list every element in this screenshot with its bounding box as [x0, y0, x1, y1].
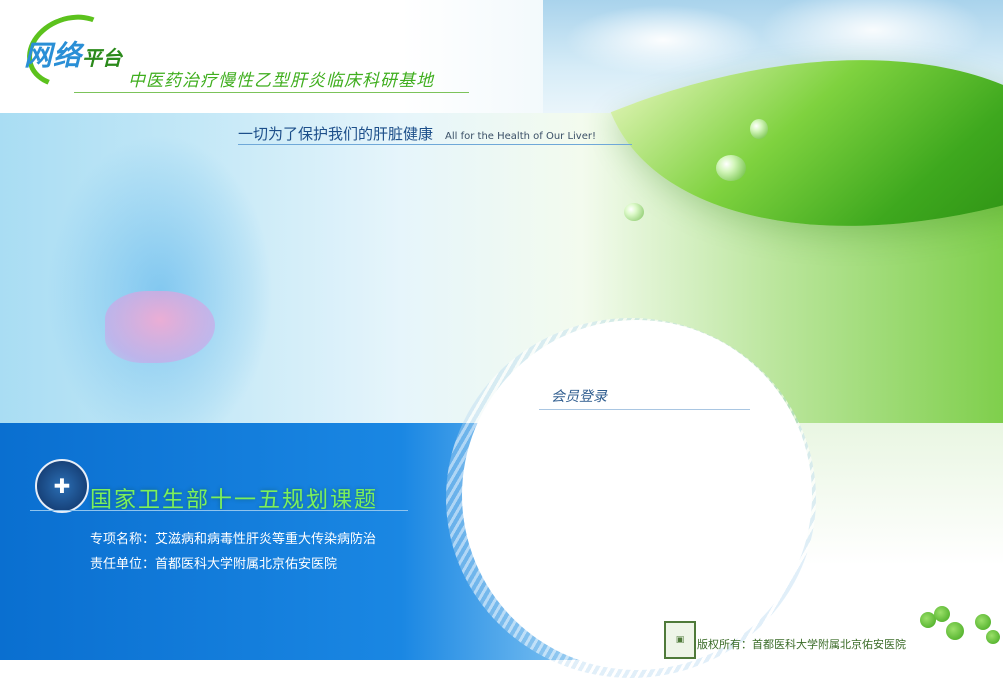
slogan: 一切为了保护我们的肝脏健康 All for the Health of Our … [238, 123, 596, 144]
water-drop-icon [624, 203, 644, 221]
brand-suffix: 平台 [82, 46, 123, 70]
project-responsible-unit: 责任单位：首都医科大学附属北京佑安医院 [90, 557, 338, 572]
hospital-seal-icon: ▣ [664, 621, 696, 659]
login-panel [462, 320, 812, 670]
clover-icon [934, 606, 950, 622]
slogan-chinese: 一切为了保护我们的肝脏健康 [238, 125, 434, 143]
login-title-divider [539, 409, 750, 410]
clover-icon [975, 614, 991, 630]
brand-logo[interactable]: 网络平台 [24, 34, 122, 74]
water-drop-icon [750, 119, 768, 139]
subtitle-divider [74, 92, 469, 93]
clover-icon [946, 622, 964, 640]
grass-background [780, 423, 1003, 660]
human-body-image [0, 123, 320, 423]
slogan-english: All for the Health of Our Liver! [445, 131, 596, 142]
slogan-divider [238, 144, 632, 145]
project-title-divider [30, 510, 408, 511]
member-login-title[interactable]: 会员登录 [551, 386, 607, 406]
site-subtitle: 中医药治疗慢性乙型肝炎临床科研基地 [128, 71, 434, 91]
ministry-emblem-icon: ✚ [35, 459, 89, 513]
brand-name: 网络 [24, 39, 83, 72]
water-drop-icon [716, 155, 746, 181]
project-category: 专项名称：艾滋病和病毒性肝炎等重大传染病防治 [90, 532, 377, 547]
copyright-text: 版权所有：首都医科大学附属北京佑安医院 [697, 638, 906, 651]
clover-icon [986, 630, 1000, 644]
